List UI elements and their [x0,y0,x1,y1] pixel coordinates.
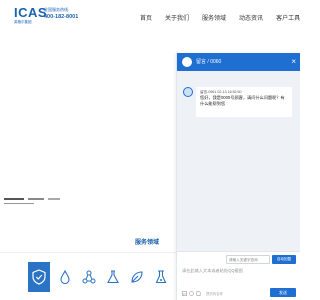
image-icon[interactable] [182,290,187,296]
chemistry-icon [155,270,167,284]
chat-input-area: 请输入关键字查询 自动回复 请在此输入文本或者粘贴QQ截图 提供商名称 发送 [177,251,300,300]
logo-mark: ICAS [14,5,48,20]
chat-widget: 留言 / 0060 × 留言-0961 02-13 16:52:50 您好，我是… [176,53,300,300]
message-input[interactable]: 请在此输入文本或者粘贴QQ截图 [182,268,296,286]
shield-icon [32,269,46,285]
banner-indicator[interactable] [28,198,44,200]
main-nav: 首页 关于我们 服务领域 动态资讯 客户工具 [140,12,300,26]
section-title: 服务领域 [135,240,160,246]
leaf-icon [131,271,143,283]
logo[interactable]: ICAS 英格尔集团 全国服务热线: 400-182-8001 [14,5,86,33]
chat-header[interactable]: 留言 / 0060 × [177,53,300,71]
page: ICAS 英格尔集团 全国服务热线: 400-182-8001 首页 关于我们 … [0,0,300,300]
banner-indicator[interactable] [4,203,34,204]
service-item-chemistry[interactable] [150,262,172,292]
nav-item-tools[interactable]: 客户工具 [276,12,300,26]
nav-item-services[interactable]: 服务领域 [202,12,226,26]
agent-avatar [182,57,192,67]
query-input[interactable]: 请输入关键字查询 [226,255,270,264]
drop-icon [60,269,70,285]
nav-item-home[interactable]: 首页 [140,12,152,26]
message-text: 您好，我是0000号顾客，请问什么问题呢？有什么能帮到您 [200,95,285,106]
file-icon[interactable] [196,290,201,296]
service-item-flask[interactable] [102,262,124,292]
service-item-molecule[interactable] [78,262,100,292]
banner-indicator[interactable] [48,198,60,200]
service-item-shield[interactable] [28,262,50,292]
emoji-icon[interactable] [189,290,194,296]
service-item-leaf[interactable] [126,262,148,292]
nav-item-about[interactable]: 关于我们 [165,12,189,26]
chat-toolbar: 提供商名称 发送 [182,288,296,298]
hotline-label: 全国服务热线: [44,7,70,12]
chat-messages[interactable]: 留言-0961 02-13 16:52:50 您好，我是0000号顾客，请问什么… [177,71,300,251]
send-button[interactable]: 发送 [270,288,296,297]
hotline-number: 400-182-8001 [44,14,79,20]
message-bubble: 留言-0961 02-13 16:52:50 您好，我是0000号顾客，请问什么… [196,87,292,117]
flask-icon [107,270,119,284]
nav-item-news[interactable]: 动态资讯 [239,12,263,26]
powered-by: 提供商名称 [206,291,223,296]
logo-subtitle: 英格尔集团 [14,20,32,24]
molecule-icon [82,270,96,284]
message-avatar [183,87,193,97]
query-button[interactable]: 自动回复 [272,255,296,264]
service-item-drop[interactable] [54,262,76,292]
site-header: ICAS 英格尔集团 全国服务热线: 400-182-8001 首页 关于我们 … [0,0,300,38]
chat-title: 留言 / 0060 [196,59,222,65]
close-icon[interactable]: × [291,56,296,68]
banner-indicator[interactable] [4,198,24,200]
